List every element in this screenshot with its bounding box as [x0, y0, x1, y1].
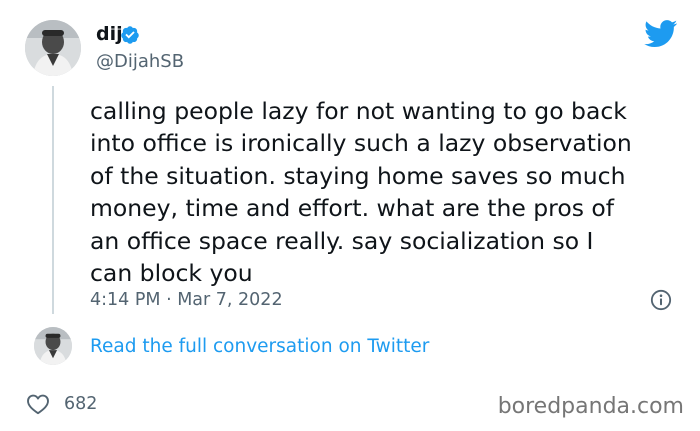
tweet-line: of the situation. staying home saves so …: [90, 161, 626, 190]
thread-connector-line: [52, 86, 54, 314]
tweet-line: can block you: [90, 259, 253, 288]
profile-photo: [34, 327, 72, 365]
avatar[interactable]: [34, 327, 72, 365]
verified-badge-icon: [121, 26, 139, 44]
read-full-conversation-link[interactable]: Read the full conversation on Twitter: [90, 335, 429, 359]
tweet-text: calling people lazy for not wanting to g…: [90, 95, 690, 289]
author-name[interactable]: dij: [96, 22, 123, 46]
watermark: boredpanda.com: [497, 394, 684, 419]
tweet-line: an office space really. say socializatio…: [90, 226, 594, 255]
tweet-timestamp[interactable]: 4:14 PM · Mar 7, 2022: [90, 288, 283, 312]
tweet-line: money, time and effort. what are the pro…: [90, 194, 615, 223]
profile-photo: [25, 20, 81, 76]
heart-icon[interactable]: [26, 393, 50, 415]
author-handle[interactable]: @DijahSB: [96, 50, 184, 74]
twitter-bird-icon[interactable]: [644, 20, 678, 48]
tweet-line: calling people lazy for not wanting to g…: [90, 97, 627, 125]
tweet-line: into office is ironically such a lazy ob…: [90, 129, 632, 158]
like-count: 682: [64, 394, 98, 414]
avatar[interactable]: [25, 20, 81, 76]
info-icon[interactable]: [650, 289, 672, 311]
